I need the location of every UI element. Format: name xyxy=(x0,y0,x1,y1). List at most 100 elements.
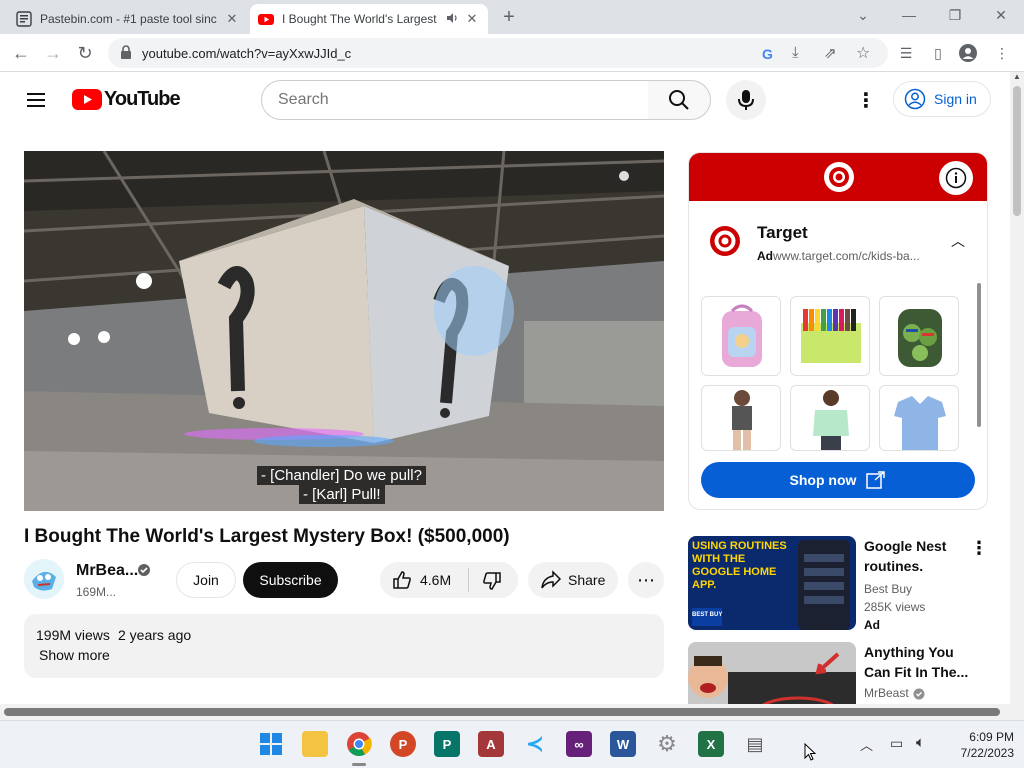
ad-banner[interactable] xyxy=(689,153,987,201)
video-thumbnail[interactable]: USING ROUTINES WITH THE GOOGLE HOME APP.… xyxy=(688,536,856,630)
notepad-icon[interactable]: ▤ xyxy=(742,731,768,757)
profile-icon[interactable] xyxy=(958,43,978,63)
product-girl-outfit[interactable] xyxy=(701,385,781,451)
clock-date: 7/22/2023 xyxy=(960,746,1014,760)
vertical-scroll-thumb[interactable] xyxy=(1013,86,1021,216)
lock-icon[interactable] xyxy=(120,45,132,64)
publisher-icon[interactable]: P xyxy=(434,731,460,757)
divider xyxy=(468,568,469,592)
share-page-icon[interactable]: ⇗ xyxy=(824,44,837,62)
install-icon[interactable]: ⤓ xyxy=(792,44,799,61)
join-button[interactable]: Join xyxy=(176,562,236,598)
tab-youtube[interactable]: I Bought The World's Largest ✕ xyxy=(250,4,488,34)
close-tab-icon[interactable]: ✕ xyxy=(224,11,240,27)
video-player[interactable]: - [Chandler] Do we pull? - [Karl] Pull! xyxy=(24,151,664,511)
shop-now-button[interactable]: Shop now xyxy=(701,462,975,498)
sign-in-button[interactable]: Sign in xyxy=(893,81,991,117)
view-count: 199M views xyxy=(36,627,110,643)
product-boy-tshirt[interactable] xyxy=(790,385,870,451)
show-hidden-icons-icon[interactable]: ︿ xyxy=(860,735,873,754)
collapse-chevron-icon[interactable]: ︿ xyxy=(951,231,965,251)
reload-button[interactable]: ↻ xyxy=(72,40,98,66)
tab-search-icon[interactable]: ⌄ xyxy=(840,0,886,30)
ad-info-icon[interactable] xyxy=(939,161,973,195)
vscode-icon[interactable]: ≺ xyxy=(522,731,548,757)
share-label: Share xyxy=(568,572,606,588)
excel-icon[interactable]: X xyxy=(698,731,724,757)
clock[interactable]: 6:09 PM 7/22/2023 xyxy=(950,729,1014,761)
visual-studio-icon[interactable]: ∞ xyxy=(566,731,592,757)
caption-line: - [Karl] Pull! xyxy=(299,485,385,504)
search-input[interactable] xyxy=(278,91,618,109)
like-count[interactable]: 4.6M xyxy=(420,572,451,588)
media-controls-icon[interactable]: ☰ xyxy=(896,43,916,63)
restore-button[interactable]: ❐ xyxy=(932,0,978,30)
like-dislike-group: 4.6M xyxy=(380,562,518,598)
ad-badge: Ad xyxy=(864,618,880,632)
voice-search-button[interactable] xyxy=(726,80,766,120)
hamburger-menu-icon[interactable] xyxy=(24,88,48,117)
verified-badge-icon xyxy=(913,687,925,704)
word-icon[interactable]: W xyxy=(610,731,636,757)
side-panel-icon[interactable]: ▯ xyxy=(928,43,948,63)
ad-brand-name: Target xyxy=(757,223,808,242)
speaker-icon[interactable] xyxy=(444,11,460,27)
like-icon[interactable] xyxy=(392,570,412,593)
shop-now-label: Shop now xyxy=(789,472,857,488)
horizontal-scrollbar[interactable] xyxy=(0,704,1010,720)
scroll-up-arrow-icon[interactable]: ▲ xyxy=(1013,72,1021,86)
chrome-icon[interactable] xyxy=(346,731,372,757)
access-icon[interactable]: A xyxy=(478,731,504,757)
forward-button[interactable]: → xyxy=(40,40,66,66)
show-more-link[interactable]: Show more xyxy=(39,647,110,663)
subscribe-button[interactable]: Subscribe xyxy=(243,562,338,598)
share-icon xyxy=(540,570,562,593)
mouse-cursor-icon xyxy=(804,742,817,766)
close-window-button[interactable]: ✕ xyxy=(978,0,1024,30)
google-lens-icon[interactable]: G xyxy=(762,46,773,62)
horizontal-scroll-thumb[interactable] xyxy=(4,708,1000,716)
product-markers[interactable] xyxy=(790,296,870,376)
recommendation-title[interactable]: Google Nest routines. xyxy=(864,536,974,576)
product-backpack-turtles[interactable] xyxy=(879,296,959,376)
file-explorer-icon[interactable] xyxy=(302,731,328,757)
start-button-icon[interactable] xyxy=(258,731,284,757)
channel-name[interactable]: MrBea... xyxy=(76,562,138,580)
close-tab-icon[interactable]: ✕ xyxy=(464,11,480,27)
bookmark-star-icon[interactable]: ☆ xyxy=(856,43,870,63)
product-backpack-princess[interactable] xyxy=(701,296,781,376)
url-text: youtube.com/watch?v=ayXxwJJId_c xyxy=(142,46,352,61)
powerpoint-icon[interactable]: P xyxy=(390,731,416,757)
recommendation-item[interactable]: Anything You Can Fit In The... MrBeast xyxy=(688,642,988,704)
video-thumbnail[interactable] xyxy=(688,642,856,704)
recommendation-title[interactable]: Anything You Can Fit In The... xyxy=(864,642,974,682)
youtube-logo[interactable]: YouTube xyxy=(72,88,181,111)
target-ad-card[interactable]: Target Ad www.target.com/c/kids-ba... ︿ … xyxy=(688,152,988,510)
address-bar[interactable]: youtube.com/watch?v=ayXxwJJId_c G ⤓ ⇗ ☆ xyxy=(108,38,888,68)
video-frame xyxy=(24,151,664,511)
search-button[interactable] xyxy=(648,80,711,120)
more-options-icon[interactable]: ⋮ xyxy=(970,538,988,559)
search-box xyxy=(261,80,649,120)
minimize-button[interactable]: — xyxy=(886,0,932,30)
dislike-icon[interactable] xyxy=(482,571,502,594)
browser-menu-icon[interactable]: ⋮ xyxy=(992,43,1012,63)
more-actions-icon[interactable]: ⋯ xyxy=(628,562,664,598)
tab-pastebin[interactable]: Pastebin.com - #1 paste tool sinc ✕ xyxy=(8,4,248,34)
browser-tab-strip: Pastebin.com - #1 paste tool sinc ✕ I Bo… xyxy=(0,0,1024,34)
vertical-scrollbar[interactable]: ▲ xyxy=(1010,72,1024,720)
back-button[interactable]: ← xyxy=(8,40,34,66)
best-buy-badge: BEST BUY xyxy=(692,612,723,618)
network-icon[interactable]: ▭ xyxy=(890,735,903,752)
settings-more-icon[interactable]: ⋮ xyxy=(856,88,876,112)
ad-scrollbar[interactable] xyxy=(977,283,981,427)
title-line: Anything You xyxy=(864,644,954,660)
new-tab-button[interactable]: + xyxy=(498,6,520,28)
channel-avatar[interactable] xyxy=(24,559,64,599)
recommendation-item[interactable]: USING ROUTINES WITH THE GOOGLE HOME APP.… xyxy=(688,536,988,632)
product-polo-shirt[interactable] xyxy=(879,385,959,451)
settings-gear-icon[interactable]: ⚙ xyxy=(654,731,680,757)
description-box[interactable]: 199M views 2 years ago Show more xyxy=(24,614,664,678)
share-button[interactable]: Share xyxy=(528,562,618,598)
volume-icon[interactable]: 🔈︎ xyxy=(916,734,925,751)
